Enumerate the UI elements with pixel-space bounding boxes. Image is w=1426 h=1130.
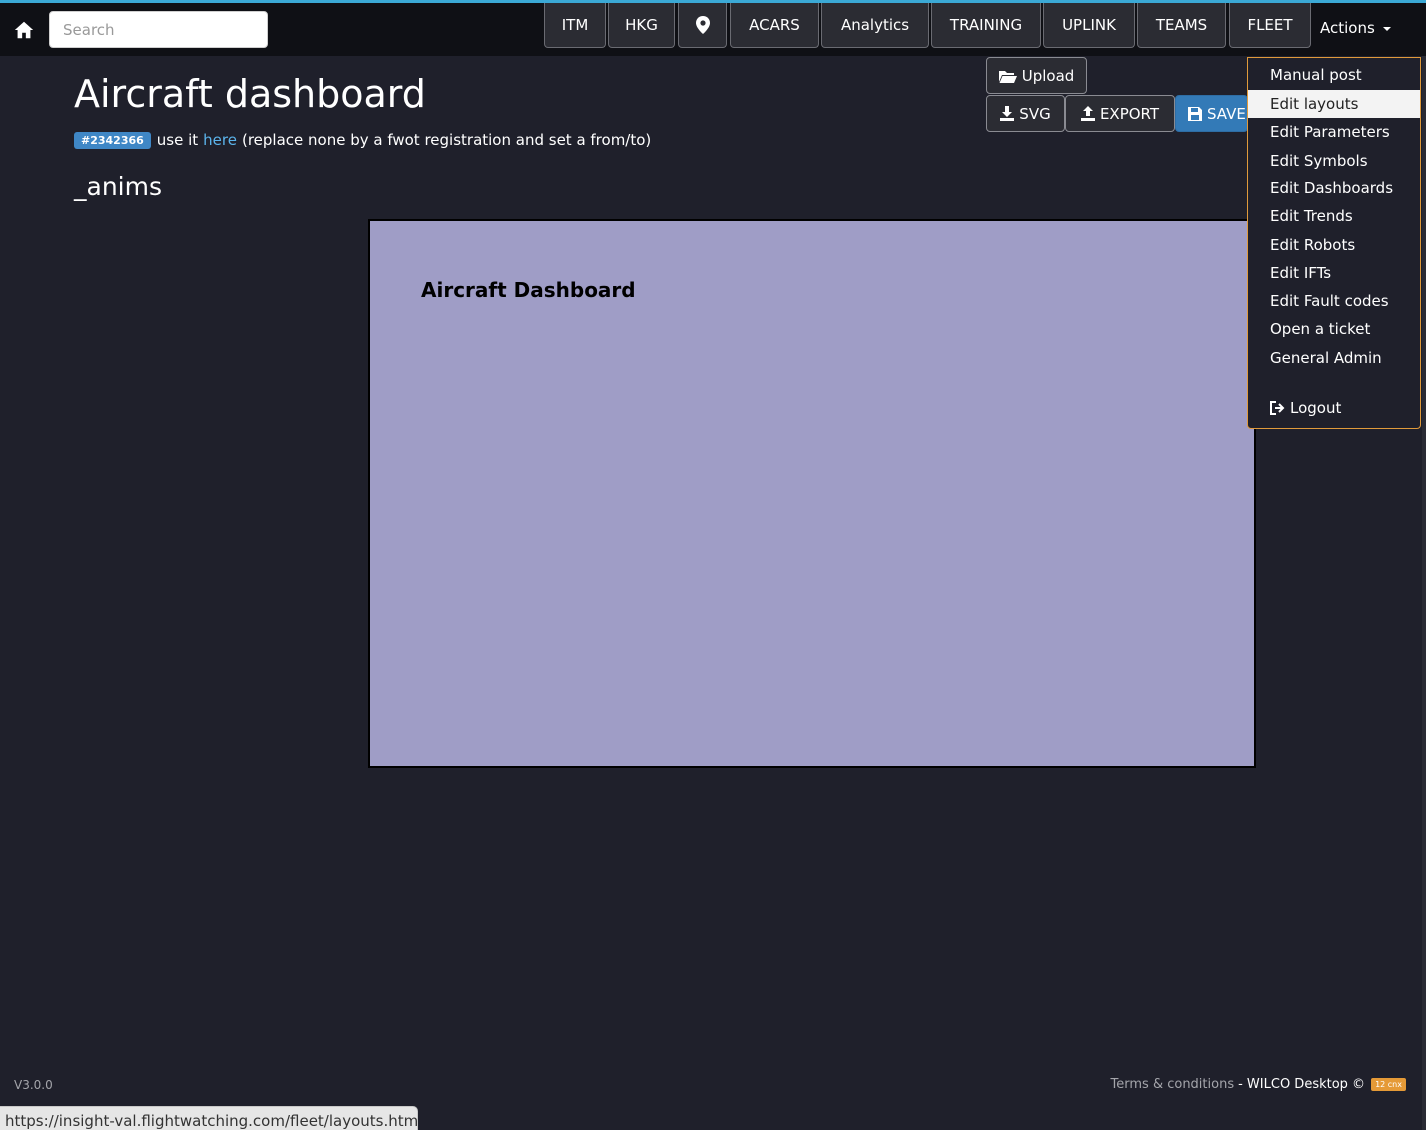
save-icon	[1188, 106, 1202, 121]
here-link[interactable]: here	[203, 131, 237, 149]
download-icon	[1000, 106, 1015, 121]
export-button[interactable]: EXPORT	[1065, 95, 1175, 132]
menu-item-manual-post[interactable]: Manual post	[1248, 61, 1420, 89]
id-badge: #2342366	[74, 131, 151, 149]
footer: Terms & conditions - WILCO Desktop © 12 …	[1111, 1077, 1406, 1092]
svg-label: SVG	[1019, 104, 1051, 123]
menu-item-edit-parameters[interactable]: Edit Parameters	[1248, 118, 1420, 146]
upload-label: Upload	[1021, 66, 1075, 85]
menu-item-edit-fault-codes[interactable]: Edit Fault codes	[1248, 287, 1420, 315]
app-version: V3.0.0	[14, 1078, 53, 1092]
nav-button-analytics[interactable]: Analytics	[821, 3, 929, 48]
menu-item-general-admin[interactable]: General Admin	[1248, 344, 1420, 372]
folder-open-icon	[998, 70, 1017, 83]
top-navbar: ITM HKG ACARS Analytics TRAINING UPLINK …	[0, 3, 1426, 56]
terms-link[interactable]: Terms & conditions	[1111, 1077, 1235, 1092]
menu-item-open-ticket[interactable]: Open a ticket	[1248, 315, 1420, 343]
usage-info-prefix: use it	[156, 131, 199, 149]
logout-icon	[1270, 401, 1285, 415]
menu-item-logout[interactable]: Logout	[1248, 394, 1420, 422]
nav-button-hkg[interactable]: HKG	[608, 3, 675, 48]
usage-info: #2342366 use it here (replace none by a …	[74, 131, 651, 149]
map-marker-icon	[695, 16, 710, 34]
logout-label: Logout	[1290, 399, 1342, 417]
svg-download-button[interactable]: SVG	[986, 95, 1065, 132]
nav-button-map[interactable]	[678, 3, 727, 48]
home-icon[interactable]	[13, 19, 35, 41]
actions-dropdown-menu: Manual post Edit layouts Edit Parameters…	[1247, 57, 1421, 429]
nav-button-acars[interactable]: ACARS	[730, 3, 819, 48]
menu-item-edit-symbols[interactable]: Edit Symbols	[1248, 147, 1420, 175]
nav-button-fleet[interactable]: FLEET	[1229, 3, 1311, 48]
nav-button-teams[interactable]: TEAMS	[1137, 3, 1226, 48]
window-scroll-edge	[1422, 56, 1426, 1130]
actions-label: Actions	[1320, 19, 1375, 37]
nav-button-itm[interactable]: ITM	[544, 3, 606, 48]
menu-item-edit-trends[interactable]: Edit Trends	[1248, 202, 1420, 230]
page-title: Aircraft dashboard	[74, 72, 426, 116]
layout-name-heading: _anims	[74, 172, 162, 201]
browser-status-url: https://insight-val.flightwatching.com/f…	[0, 1106, 418, 1130]
menu-item-edit-dashboards[interactable]: Edit Dashboards	[1248, 174, 1420, 202]
menu-item-edit-layouts[interactable]: Edit layouts	[1248, 90, 1420, 118]
save-button[interactable]: SAVE	[1175, 95, 1248, 132]
menu-item-edit-robots[interactable]: Edit Robots	[1248, 231, 1420, 259]
export-label: EXPORT	[1099, 104, 1160, 123]
export-icon	[1080, 106, 1095, 121]
usage-info-suffix: (replace none by a fwot registration and…	[241, 131, 652, 149]
nav-button-training[interactable]: TRAINING	[931, 3, 1041, 48]
canvas-title: Aircraft Dashboard	[421, 278, 636, 302]
dashboard-canvas[interactable]: Aircraft Dashboard	[368, 219, 1256, 768]
caret-down-icon	[1382, 27, 1391, 31]
footer-brand: - WILCO Desktop ©	[1238, 1077, 1366, 1092]
nav-button-uplink[interactable]: UPLINK	[1043, 3, 1135, 48]
search-input[interactable]	[49, 11, 268, 48]
actions-dropdown-toggle[interactable]: Actions	[1320, 17, 1391, 39]
menu-item-edit-ifts[interactable]: Edit IFTs	[1248, 259, 1420, 287]
save-label: SAVE	[1207, 104, 1246, 123]
connections-badge: 12 cnx	[1371, 1078, 1406, 1091]
upload-button[interactable]: Upload	[986, 57, 1087, 94]
